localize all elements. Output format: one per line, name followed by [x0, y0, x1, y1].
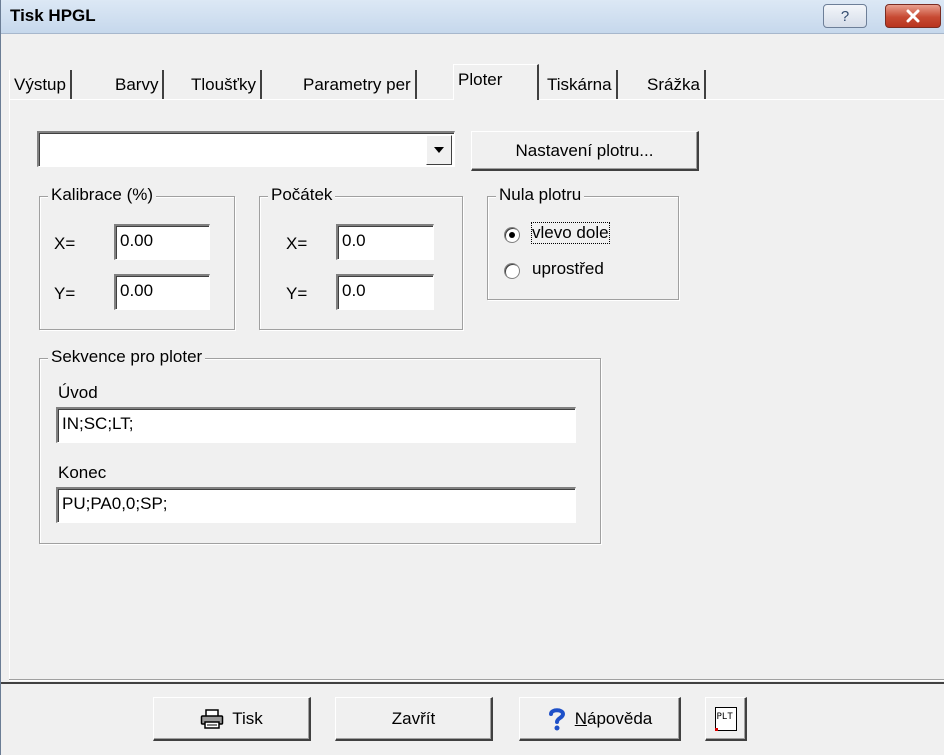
- help-titlebar-button[interactable]: ?: [823, 4, 867, 28]
- plt-file-icon: PLT: [714, 706, 737, 731]
- plotter-select[interactable]: [37, 131, 455, 167]
- tab-label: Srážka: [647, 75, 700, 94]
- calibration-x-input[interactable]: 0.00: [114, 224, 210, 260]
- dialog-window: Tisk HPGL ? Výstup Barvy Tloušťky Parame…: [0, 0, 944, 755]
- calibration-y-label: Y=: [54, 284, 76, 303]
- end-label: Konec: [58, 463, 107, 482]
- tab-tloustky[interactable]: Tloušťky: [187, 70, 262, 100]
- printer-icon: [200, 708, 224, 729]
- chevron-down-icon: [434, 147, 444, 153]
- tab-label: Barvy: [115, 75, 159, 94]
- origin-y-label: Y=: [286, 284, 308, 303]
- tab-srazka[interactable]: Srážka: [643, 70, 706, 100]
- plotter-setup-label: Nastavení plotru...: [515, 140, 654, 160]
- help-question-icon: [547, 707, 567, 731]
- close-label: Zavřít: [391, 708, 436, 728]
- close-button[interactable]: Zavřít: [335, 697, 493, 741]
- origin-x-input[interactable]: 0.0: [336, 224, 434, 260]
- radio-selected-dot: [509, 232, 515, 238]
- title-bar: Tisk HPGL ?: [1, 0, 944, 34]
- help-button[interactable]: Nápověda: [519, 697, 681, 741]
- window-title: Tisk HPGL: [10, 6, 96, 25]
- plotter-setup-button[interactable]: Nastavení plotru...: [471, 131, 699, 171]
- tab-label: Tiskárna: [547, 75, 612, 94]
- help-label-rest: ápověda: [587, 708, 653, 728]
- plt-button[interactable]: PLT: [705, 697, 747, 741]
- print-button[interactable]: Tisk: [153, 697, 311, 741]
- calibration-x-label: X=: [54, 234, 76, 253]
- calibration-y-input[interactable]: 0.00: [114, 274, 210, 310]
- tab-label: Tloušťky: [191, 75, 256, 94]
- origin-y-input[interactable]: 0.0: [336, 274, 434, 310]
- radio-button[interactable]: [504, 227, 520, 243]
- tab-tiskarna[interactable]: Tiskárna: [543, 70, 618, 100]
- plt-icon-marker: [714, 727, 718, 731]
- print-label: Tisk: [232, 708, 263, 728]
- sequence-title: Sekvence pro ploter: [48, 346, 206, 368]
- intro-sequence-input[interactable]: IN;SC;LT;: [56, 407, 576, 443]
- tab-vystup[interactable]: Výstup: [9, 70, 72, 100]
- sequence-group: Sekvence pro ploter Úvod IN;SC;LT; Konec…: [39, 346, 601, 544]
- zero-title: Nula plotru: [496, 184, 585, 206]
- tab-parametry-per[interactable]: Parametry per: [299, 70, 417, 100]
- radio-uprostred[interactable]: uprostřed: [504, 259, 674, 285]
- tab-label: Výstup: [14, 75, 66, 94]
- close-x-icon: [906, 9, 920, 23]
- origin-title: Počátek: [268, 184, 336, 206]
- intro-label: Úvod: [58, 383, 98, 402]
- tab-label: Ploter: [458, 70, 503, 89]
- calibration-group: Kalibrace (%) X= 0.00 Y= 0.00: [39, 184, 235, 330]
- close-titlebar-button[interactable]: [885, 4, 941, 28]
- tab-ploter[interactable]: Ploter: [453, 64, 539, 100]
- origin-group: Počátek X= 0.0 Y= 0.0: [259, 184, 463, 330]
- radio-label: uprostřed: [532, 259, 604, 278]
- end-sequence-input[interactable]: PU;PA0,0;SP;: [56, 487, 576, 523]
- help-label-mnemonic: N: [574, 708, 588, 728]
- tab-label: Parametry per: [303, 75, 411, 94]
- radio-label: vlevo dole: [531, 222, 610, 244]
- help-label: Nápověda: [575, 709, 653, 729]
- zero-group: Nula plotru vlevo dole uprostřed: [487, 184, 679, 300]
- plt-icon-text: PLT: [716, 711, 733, 722]
- footer-separator: [9, 679, 944, 681]
- radio-vlevo-dole[interactable]: vlevo dole: [504, 222, 674, 249]
- dropdown-button[interactable]: [426, 135, 452, 165]
- question-icon: ?: [840, 7, 850, 25]
- tab-barvy[interactable]: Barvy: [111, 70, 165, 100]
- radio-button[interactable]: [504, 263, 520, 279]
- origin-x-label: X=: [286, 234, 308, 253]
- calibration-title: Kalibrace (%): [48, 184, 157, 206]
